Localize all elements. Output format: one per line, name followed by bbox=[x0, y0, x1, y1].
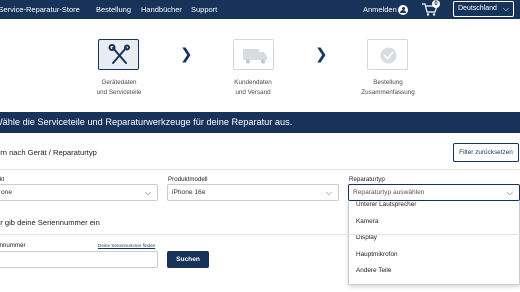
dropdown-option-lautsprecher[interactable]: Unterer Lautsprecher bbox=[356, 201, 416, 208]
banner-text: Wähle die Serviceteile und Reparaturwerk… bbox=[0, 117, 293, 127]
repair-type-label: Reparaturtyp bbox=[349, 176, 385, 183]
product-value: one bbox=[1, 189, 13, 196]
step-label-2: Kundendaten und Versand bbox=[234, 79, 272, 96]
nav-bestellung[interactable]: Bestellung bbox=[96, 0, 131, 19]
chevron-down-icon: ⌵ bbox=[144, 188, 151, 197]
divider bbox=[0, 234, 520, 235]
nav-support[interactable]: Support bbox=[191, 0, 217, 19]
repair-type-select[interactable]: Reparaturtyp auswählen ⌵ bbox=[348, 184, 520, 201]
check-icon bbox=[380, 47, 397, 64]
dropdown-option-mikrofon[interactable]: Hauptmikrofon bbox=[356, 251, 398, 258]
repair-type-placeholder: Reparaturtyp auswählen bbox=[353, 189, 425, 196]
chevron-down-icon: ⌵ bbox=[506, 188, 513, 197]
chevron-right-icon: ❯ bbox=[180, 45, 193, 63]
filter-section-title: ern nach Gerät / Reparaturtyp bbox=[0, 148, 97, 157]
brand-link[interactable]: -Service-Reparatur-Store bbox=[0, 0, 80, 19]
login-link[interactable]: Anmelden bbox=[363, 0, 397, 19]
instruction-banner: Wähle die Serviceteile und Reparaturwerk… bbox=[0, 112, 520, 133]
serial-label: ennummer bbox=[0, 242, 26, 249]
nav-handbuecher[interactable]: Handbücher bbox=[141, 0, 182, 19]
country-value: Deutschland bbox=[458, 5, 497, 12]
chevron-down-icon: ⌵ bbox=[325, 188, 332, 197]
dropdown-option-kamera[interactable]: Kamera bbox=[356, 218, 378, 225]
find-serial-link[interactable]: Deine Seriennummer finden bbox=[98, 243, 155, 248]
cart-count-badge: 0 bbox=[432, 0, 440, 8]
serial-section-title: er gib deine Seriennummer ein bbox=[0, 218, 100, 227]
divider bbox=[0, 169, 520, 170]
step-order-summary bbox=[367, 39, 408, 70]
step-label-1: Gerätedaten und Serviceteile bbox=[96, 79, 142, 96]
model-value: iPhone 16e bbox=[172, 189, 206, 196]
chevron-right-icon: ❯ bbox=[315, 45, 328, 63]
dropdown-option-andere[interactable]: Andere Teile bbox=[356, 267, 391, 274]
serial-input[interactable] bbox=[0, 251, 158, 268]
user-icon[interactable] bbox=[398, 4, 408, 15]
repair-type-dropdown: Unterer Lautsprecher Kamera Display Haup… bbox=[348, 201, 520, 285]
product-select[interactable]: one ⌵ bbox=[0, 184, 158, 201]
filter-reset-button[interactable]: Filter zurücksetzen bbox=[453, 143, 519, 162]
model-label: Produktmodell bbox=[168, 176, 208, 183]
truck-icon bbox=[243, 49, 267, 64]
step-customer-data bbox=[233, 39, 274, 70]
step-label-3: Bestellung Zusammenfassung bbox=[361, 79, 415, 96]
tools-icon bbox=[108, 44, 130, 64]
model-select[interactable]: iPhone 16e ⌵ bbox=[167, 184, 339, 201]
country-select[interactable]: Deutschland ⌵ bbox=[453, 1, 514, 17]
chevron-down-icon: ⌵ bbox=[502, 4, 509, 13]
step-device-data bbox=[98, 39, 139, 70]
top-navigation: -Service-Reparatur-Store Bestellung Hand… bbox=[0, 0, 520, 19]
search-button[interactable]: Suchen bbox=[167, 251, 209, 268]
product-label: ukt bbox=[0, 176, 5, 183]
dropdown-option-display[interactable]: Display bbox=[356, 234, 377, 241]
